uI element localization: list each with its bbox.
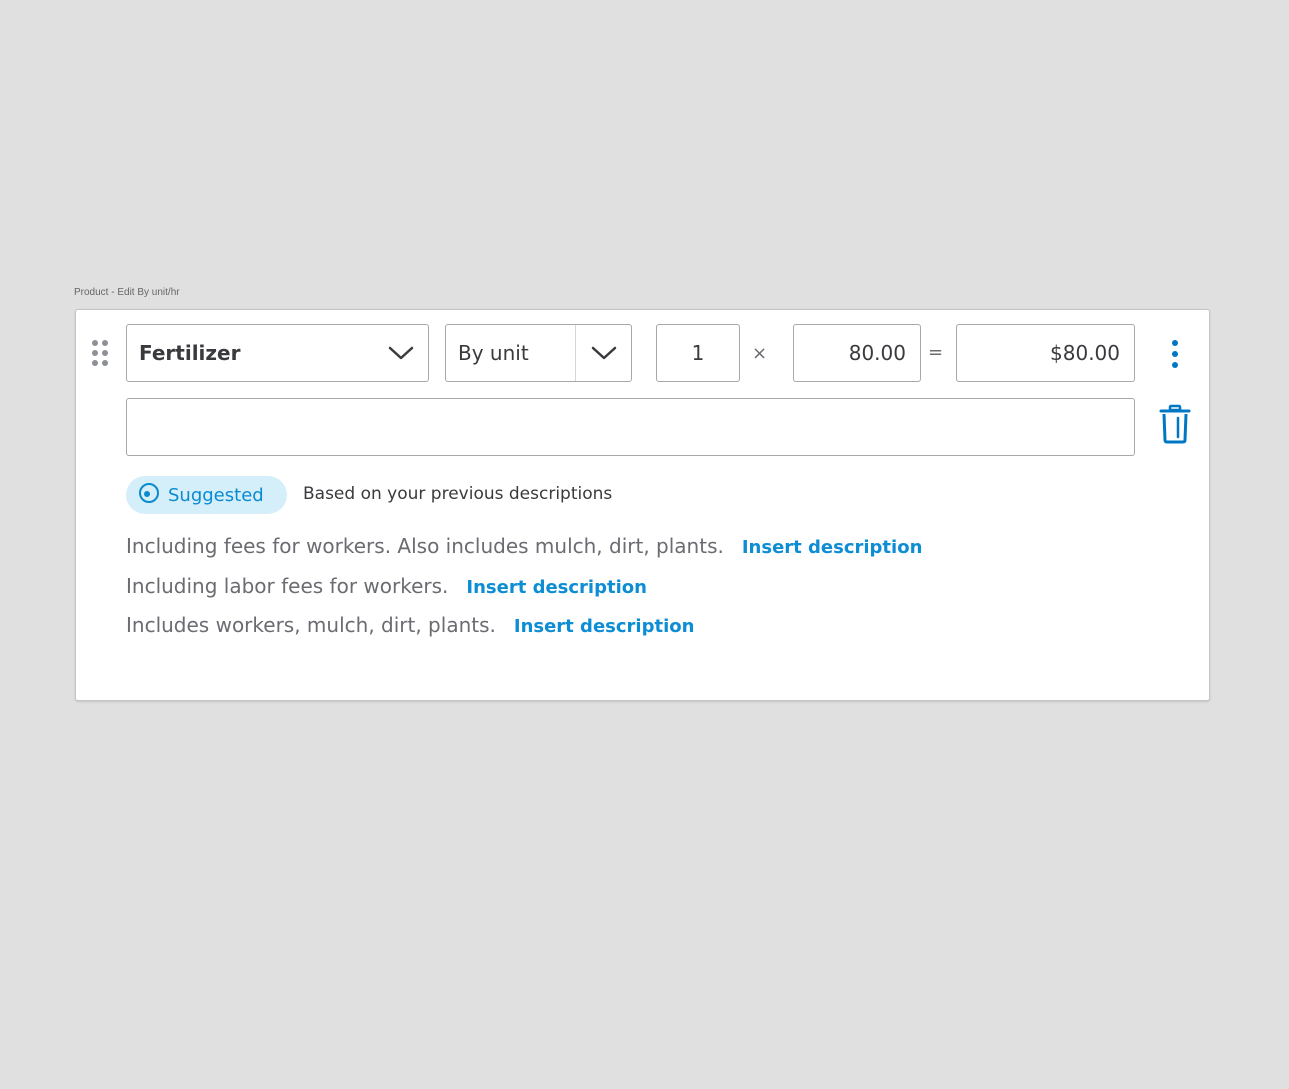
insert-description-link[interactable]: Insert description [514,616,695,637]
suggestion-icon [138,482,160,508]
insert-description-link[interactable]: Insert description [742,537,923,558]
suggestion-item: Including fees for workers. Also include… [126,534,922,558]
suggested-badge-label: Suggested [168,484,264,506]
product-select-value: Fertilizer [139,341,241,365]
more-vertical-icon[interactable] [1166,338,1184,370]
canvas: Product - Edit By unit/hr Fertilizer By … [0,0,1289,1089]
trash-icon[interactable] [1157,404,1193,444]
unit-type-value: By unit [458,341,529,365]
insert-description-link[interactable]: Insert description [466,577,647,598]
suggestion-item: Includes workers, mulch, dirt, plants. I… [126,613,694,637]
equals-sign: = [928,342,944,363]
suggestion-item: Including labor fees for workers. Insert… [126,574,647,598]
chevron-down-icon[interactable] [374,325,428,381]
quantity-input[interactable]: 1 [656,324,740,382]
frame-label: Product - Edit By unit/hr [74,287,180,298]
product-select[interactable]: Fertilizer [126,324,429,382]
suggestion-text: Including fees for workers. Also include… [126,534,724,558]
suggestion-note: Based on your previous descriptions [303,484,613,504]
suggested-badge: Suggested [126,476,287,514]
multiply-sign: × [752,343,768,364]
amount-input[interactable]: $80.00 [956,324,1135,382]
suggestion-text: Including labor fees for workers. [126,574,449,598]
suggestion-text: Includes workers, mulch, dirt, plants. [126,613,496,637]
unit-type-select[interactable]: By unit [445,324,632,382]
drag-handle-icon[interactable] [91,339,109,367]
rate-input[interactable]: 80.00 [793,324,921,382]
description-input[interactable] [126,398,1135,456]
chevron-down-icon[interactable] [575,325,631,381]
